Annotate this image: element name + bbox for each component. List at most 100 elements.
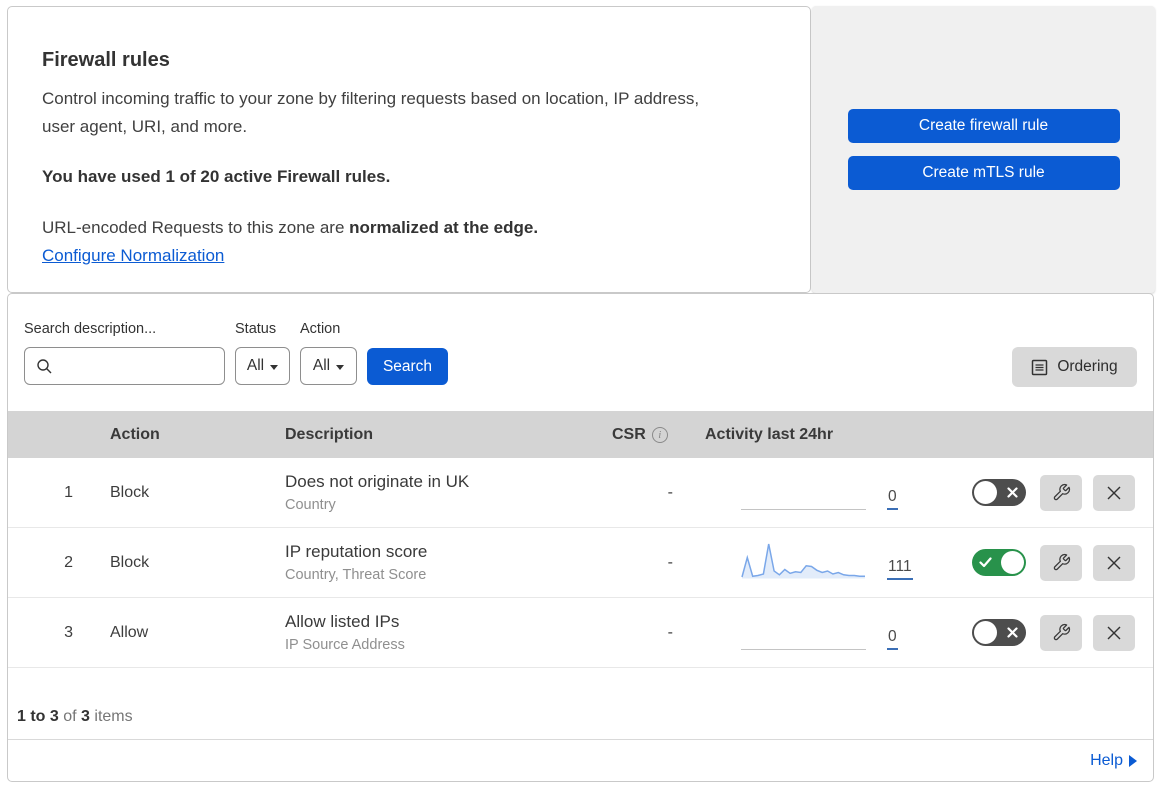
usage-summary: You have used 1 of 20 active Firewall ru… [42, 167, 391, 186]
items-word: items [94, 708, 133, 725]
arrow-right-icon [1129, 755, 1137, 767]
activity-count-link[interactable]: 0 [887, 488, 898, 510]
search-label: Search description... [24, 321, 157, 337]
action-label: Action [300, 321, 341, 337]
help-label: Help [1090, 752, 1123, 769]
rule-enabled-toggle[interactable] [972, 549, 1026, 576]
delete-rule-button[interactable] [1093, 544, 1135, 581]
pagination-summary: 1 to 3 of 3 items [8, 668, 1153, 740]
rule-controls [948, 474, 1153, 511]
table-row: 3 Allow Allow listed IPs IP Source Addre… [8, 598, 1153, 668]
normalization-note: URL-encoded Requests to this zone are no… [42, 214, 770, 270]
activity-sparkline-flat [741, 470, 866, 510]
rule-controls [948, 614, 1153, 651]
intro-description: Control incoming traffic to your zone by… [42, 89, 700, 136]
rule-enabled-toggle[interactable] [972, 479, 1026, 506]
column-header-activity: Activity last 24hr [705, 425, 834, 443]
toggle-state-icon [1007, 619, 1018, 646]
rule-controls [948, 544, 1153, 581]
status-filter-group: Status All [235, 321, 290, 385]
edit-rule-button[interactable] [1040, 614, 1082, 651]
sparkline-chart [741, 543, 865, 578]
status-select[interactable]: All [235, 347, 290, 385]
chevron-down-icon [336, 364, 345, 370]
toggle-knob [974, 481, 997, 504]
edit-rule-button[interactable] [1040, 474, 1082, 511]
rule-description: IP reputation score Country, Threat Scor… [265, 542, 603, 583]
search-input[interactable] [24, 347, 225, 385]
rule-title: Allow listed IPs [285, 612, 400, 631]
rule-csr: - [667, 483, 673, 501]
rule-description: Allow listed IPs IP Source Address [265, 612, 603, 653]
activity-sparkline-flat [741, 610, 866, 650]
status-label: Status [235, 321, 277, 337]
wrench-icon [1053, 553, 1070, 571]
csr-header-label: CSR [612, 425, 646, 443]
rule-subtitle: Country, Threat Score [285, 567, 427, 583]
intro-card: Firewall rules Control incoming traffic … [7, 6, 811, 293]
close-icon [1107, 486, 1121, 499]
search-button-group: Search [367, 321, 448, 385]
ordering-button[interactable]: Ordering [1012, 347, 1137, 387]
rule-csr: - [667, 623, 673, 641]
action-select[interactable]: All [300, 347, 357, 385]
rule-enabled-toggle[interactable] [972, 619, 1026, 646]
firewall-rules-panel: Search description... Status All Action … [7, 293, 1154, 782]
search-group: Search description... [24, 321, 225, 385]
close-icon [1107, 556, 1121, 569]
list-document-icon [1032, 359, 1048, 375]
action-select-value: All [312, 357, 331, 374]
rule-title: IP reputation score [285, 542, 428, 561]
rule-subtitle: IP Source Address [285, 637, 405, 653]
normalization-bold: normalized at the edge. [349, 218, 539, 237]
activity-count-link[interactable]: 111 [887, 558, 913, 580]
column-header-action: Action [110, 425, 160, 443]
column-header-csr: CSR i [603, 426, 695, 444]
rule-activity: 0 [695, 610, 948, 650]
ordering-group: Ordering [1012, 321, 1137, 387]
delete-rule-button[interactable] [1093, 474, 1135, 511]
rule-activity: 0 [695, 470, 948, 510]
normalization-text: URL-encoded Requests to this zone are [42, 218, 350, 237]
edit-rule-button[interactable] [1040, 544, 1082, 581]
info-icon[interactable]: i [651, 426, 668, 443]
chevron-down-icon [270, 364, 279, 370]
rule-subtitle: Country [285, 497, 336, 513]
rule-activity: 111 [695, 540, 948, 580]
rule-number: 3 [64, 623, 73, 641]
status-select-value: All [246, 357, 265, 374]
toggle-state-icon [1007, 479, 1018, 506]
page-title: Firewall rules [42, 49, 170, 71]
rule-number: 1 [64, 483, 73, 501]
help-bar: Help [8, 740, 1153, 781]
close-icon [1107, 626, 1121, 639]
items-range: 1 to 3 [17, 708, 59, 725]
column-header-description: Description [285, 425, 374, 443]
rule-title: Does not originate in UK [285, 472, 470, 491]
items-total: 3 [81, 708, 90, 725]
table-row: 1 Block Does not originate in UK Country… [8, 458, 1153, 528]
toggle-knob [974, 621, 997, 644]
wrench-icon [1053, 483, 1070, 501]
cta-panel: Create firewall rule Create mTLS rule [812, 6, 1155, 293]
rule-action: Block [110, 483, 150, 501]
delete-rule-button[interactable] [1093, 614, 1135, 651]
create-firewall-rule-button[interactable]: Create firewall rule [847, 109, 1120, 143]
rule-number: 2 [64, 553, 73, 571]
table-header: Action Description CSR i Activity last 2… [8, 411, 1153, 458]
configure-normalization-link[interactable]: Configure Normalization [42, 246, 224, 265]
activity-count-link[interactable]: 0 [887, 628, 898, 650]
table-row: 2 Block IP reputation score Country, Thr… [8, 528, 1153, 598]
items-of: of [63, 708, 77, 725]
action-filter-group: Action All [300, 321, 357, 385]
search-button[interactable]: Search [367, 348, 448, 385]
toggle-knob [1001, 551, 1024, 574]
help-link[interactable]: Help [1090, 752, 1137, 770]
rule-description: Does not originate in UK Country [265, 472, 603, 513]
activity-sparkline [741, 540, 866, 580]
create-mtls-rule-button[interactable]: Create mTLS rule [847, 156, 1120, 190]
toggle-state-icon [979, 549, 992, 576]
filter-bar: Search description... Status All Action … [8, 294, 1153, 411]
search-icon [37, 358, 52, 373]
rule-action: Block [110, 553, 150, 571]
